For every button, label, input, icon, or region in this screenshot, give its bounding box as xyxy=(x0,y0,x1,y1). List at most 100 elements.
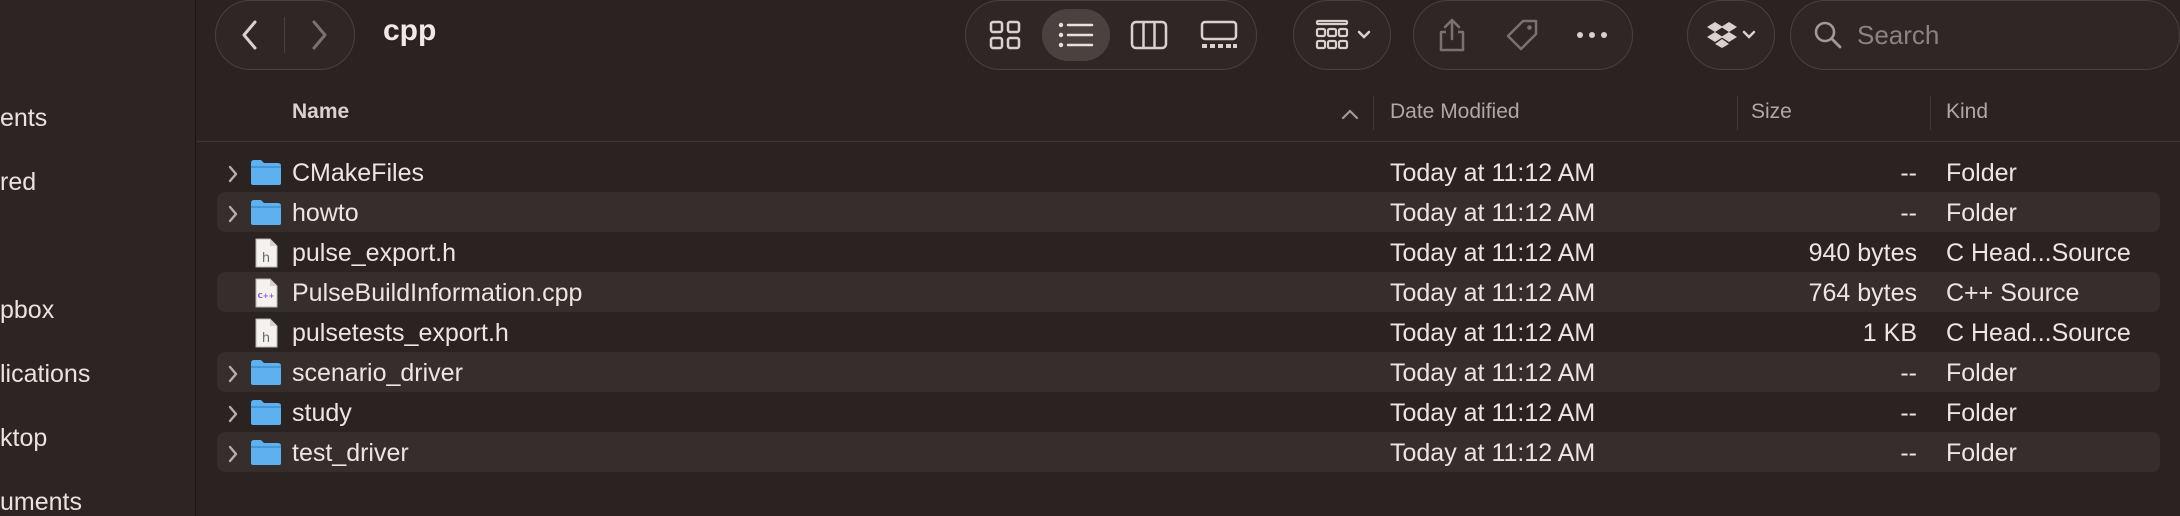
file-date: Today at 11:12 AM xyxy=(1390,359,1596,387)
svg-text:h: h xyxy=(262,331,270,346)
file-name: pulsetests_export.h xyxy=(292,319,509,347)
sidebar-item-recents[interactable]: ents xyxy=(0,104,47,133)
table-row[interactable]: CMakeFiles Today at 11:12 AM -- Folder xyxy=(197,152,2180,192)
file-kind: Folder xyxy=(1946,439,2017,467)
tags-button[interactable] xyxy=(1492,9,1552,61)
file-size: -- xyxy=(1900,439,1917,467)
search-icon xyxy=(1814,21,1842,49)
file-date: Today at 11:12 AM xyxy=(1390,439,1596,467)
nav-buttons-group xyxy=(215,0,355,70)
main-pane: cpp Search Name Date Modified Size Kind … xyxy=(197,0,2180,516)
disclosure-chevron-icon[interactable] xyxy=(227,404,239,424)
file-kind: C++ Source xyxy=(1946,279,2080,307)
file-size: -- xyxy=(1900,159,1917,187)
sidebar-item-dropbox[interactable]: pbox xyxy=(0,296,54,325)
folder-icon xyxy=(251,200,281,225)
column-header: Name Date Modified Size Kind xyxy=(197,92,2180,142)
table-row[interactable]: h pulsetests_export.h Today at 11:12 AM 1 K… xyxy=(197,312,2180,352)
table-row[interactable]: h pulse_export.h Today at 11:12 AM 940 byte… xyxy=(197,232,2180,272)
table-row[interactable]: study Today at 11:12 AM -- Folder xyxy=(197,392,2180,432)
file-date: Today at 11:12 AM xyxy=(1390,199,1596,227)
file-name: CMakeFiles xyxy=(292,159,424,187)
file-date: Today at 11:12 AM xyxy=(1390,279,1596,307)
actions-group xyxy=(1413,0,1633,70)
table-row[interactable]: test_driver Today at 11:12 AM -- Folder xyxy=(217,432,2160,472)
file-size: 764 bytes xyxy=(1808,279,1917,307)
list-icon xyxy=(1058,22,1094,48)
file-kind: C Head...Source xyxy=(1946,239,2131,267)
sidebar: ents red pbox lications ktop uments xyxy=(0,0,196,516)
share-button[interactable] xyxy=(1422,9,1482,61)
icon-view-button[interactable] xyxy=(972,7,1038,63)
file-kind: Folder xyxy=(1946,199,2017,227)
file-date: Today at 11:12 AM xyxy=(1390,239,1596,267)
column-date-header[interactable]: Date Modified xyxy=(1390,100,1520,124)
file-date: Today at 11:12 AM xyxy=(1390,319,1596,347)
search-field[interactable]: Search xyxy=(1790,0,2180,70)
columns-icon xyxy=(1130,20,1168,50)
file-name: scenario_driver xyxy=(292,359,463,387)
column-kind-header[interactable]: Kind xyxy=(1946,100,1988,124)
sidebar-item-shared[interactable]: red xyxy=(0,168,36,197)
search-placeholder: Search xyxy=(1857,20,1940,50)
file-name: howto xyxy=(292,199,359,227)
svg-text:C++: C++ xyxy=(258,292,275,300)
gallery-view-button[interactable] xyxy=(1186,7,1252,63)
toolbar: cpp Search xyxy=(197,0,2180,70)
ellipsis-icon xyxy=(1577,32,1607,38)
grid-icon xyxy=(989,20,1021,50)
chevron-down-icon xyxy=(1742,30,1756,39)
file-name: study xyxy=(292,399,352,427)
file-kind: Folder xyxy=(1946,359,2017,387)
chevron-left-icon xyxy=(242,20,257,50)
file-size: 1 KB xyxy=(1862,319,1917,347)
file-date: Today at 11:12 AM xyxy=(1390,159,1596,187)
file-kind: Folder xyxy=(1946,399,2017,427)
header-file-icon: h xyxy=(255,318,278,348)
file-name: test_driver xyxy=(292,439,409,467)
sort-ascending-icon[interactable] xyxy=(1341,108,1359,120)
file-name: pulse_export.h xyxy=(292,239,457,267)
disclosure-chevron-icon[interactable] xyxy=(227,364,239,384)
column-size-header[interactable]: Size xyxy=(1751,100,1792,124)
disclosure-chevron-icon[interactable] xyxy=(227,164,239,184)
cpp-file-icon: C++ xyxy=(255,278,278,308)
sidebar-item-documents[interactable]: uments xyxy=(0,488,82,516)
folder-icon xyxy=(251,160,281,185)
file-size: -- xyxy=(1900,399,1917,427)
folder-icon xyxy=(251,360,281,385)
file-list: CMakeFiles Today at 11:12 AM -- Folder howto… xyxy=(197,152,2180,472)
more-button[interactable] xyxy=(1562,9,1622,61)
sidebar-item-desktop[interactable]: ktop xyxy=(0,424,47,453)
table-row[interactable]: C++ PulseBuildInformation.cpp Today at 11:… xyxy=(217,272,2160,312)
file-size: -- xyxy=(1900,199,1917,227)
file-size: -- xyxy=(1900,359,1917,387)
table-row[interactable]: howto Today at 11:12 AM -- Folder xyxy=(217,192,2160,232)
svg-text:h: h xyxy=(262,251,270,266)
view-switcher xyxy=(965,0,1257,70)
file-size: 940 bytes xyxy=(1808,239,1917,267)
tag-icon xyxy=(1506,19,1538,51)
table-row[interactable]: scenario_driver Today at 11:12 AM -- Folder xyxy=(217,352,2160,392)
column-name-header[interactable]: Name xyxy=(292,100,349,124)
list-view-button[interactable] xyxy=(1042,9,1110,61)
disclosure-chevron-icon[interactable] xyxy=(227,444,239,464)
file-kind: C Head...Source xyxy=(1946,319,2131,347)
folder-icon xyxy=(251,400,281,425)
dropbox-icon xyxy=(1707,22,1737,48)
group-by-menu[interactable] xyxy=(1293,0,1391,70)
file-name: PulseBuildInformation.cpp xyxy=(292,279,583,307)
file-date: Today at 11:12 AM xyxy=(1390,399,1596,427)
folder-icon xyxy=(251,440,281,465)
header-file-icon: h xyxy=(255,238,278,268)
gallery-icon xyxy=(1200,20,1238,48)
sidebar-item-applications[interactable]: lications xyxy=(0,360,90,389)
dropbox-menu[interactable] xyxy=(1687,0,1775,70)
back-button[interactable] xyxy=(216,1,284,69)
chevron-down-icon xyxy=(1357,30,1371,39)
group-grid-icon xyxy=(1315,19,1349,50)
share-icon xyxy=(1439,18,1465,52)
disclosure-chevron-icon[interactable] xyxy=(227,204,239,224)
forward-button[interactable] xyxy=(285,1,353,69)
column-view-button[interactable] xyxy=(1116,7,1182,63)
